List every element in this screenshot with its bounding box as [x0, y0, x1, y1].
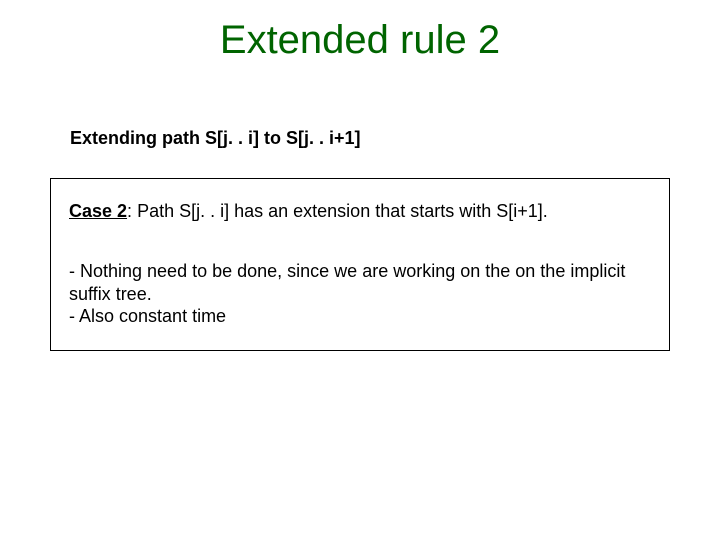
slide-title: Extended rule 2 [0, 18, 720, 63]
content-box: Case 2: Path S[j. . i] has an extension … [50, 178, 670, 351]
body-line-2: - Also constant time [69, 305, 651, 328]
case-line: Case 2: Path S[j. . i] has an extension … [69, 201, 651, 222]
case-text: Path S[j. . i] has an extension that sta… [132, 201, 548, 221]
case-label: Case 2 [69, 201, 127, 221]
slide: Extended rule 2 Extending path S[j. . i]… [0, 0, 720, 540]
body-text: - Nothing need to be done, since we are … [69, 260, 651, 328]
body-line-1: - Nothing need to be done, since we are … [69, 260, 651, 305]
slide-subtitle: Extending path S[j. . i] to S[j. . i+1] [70, 128, 361, 149]
